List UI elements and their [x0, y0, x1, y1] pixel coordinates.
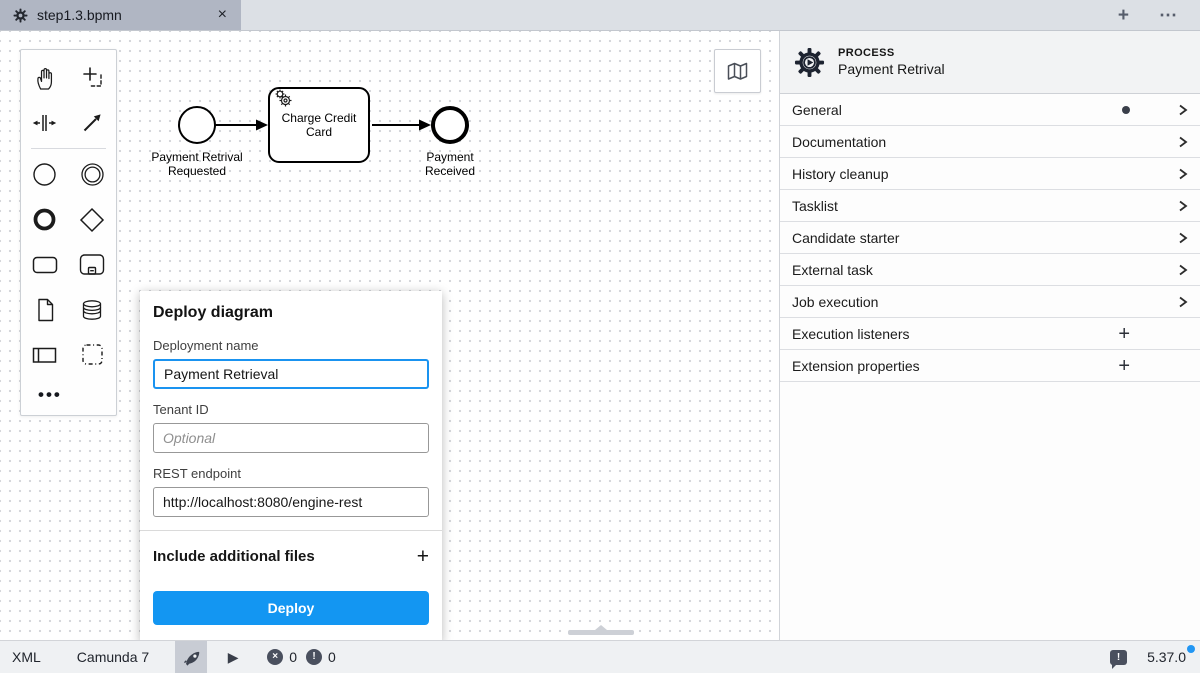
create-subprocess-icon[interactable]	[69, 242, 117, 287]
create-data-object-icon[interactable]	[21, 287, 69, 332]
chevron-right-icon	[1178, 103, 1188, 117]
element-type-label: PROCESS	[838, 47, 945, 59]
xml-toggle[interactable]: XML	[2, 649, 51, 665]
global-connect-tool-icon[interactable]	[69, 100, 117, 145]
create-group-icon[interactable]	[69, 332, 117, 377]
palette-more-icon[interactable]: •••	[21, 377, 116, 413]
minimap-toggle[interactable]	[714, 49, 761, 93]
end-event-label: Payment Received	[413, 150, 487, 178]
main-area: Payment Retrival Requested Charge Credit…	[0, 31, 1200, 640]
create-end-event-icon[interactable]	[21, 197, 69, 242]
chevron-right-icon	[1178, 295, 1188, 309]
add-extension-property-icon[interactable]: +	[1118, 356, 1130, 376]
bpmn-file-gear-icon	[13, 8, 28, 23]
rocket-icon	[182, 648, 201, 667]
tenant-id-input[interactable]	[153, 423, 429, 453]
section-history-cleanup[interactable]: History cleanup	[780, 158, 1200, 190]
rest-endpoint-label: REST endpoint	[153, 466, 429, 481]
create-gateway-icon[interactable]	[69, 197, 117, 242]
deployment-name-input[interactable]	[153, 359, 429, 389]
hand-tool-icon[interactable]	[21, 55, 69, 100]
chevron-right-icon	[1178, 263, 1188, 277]
process-icon	[794, 47, 825, 78]
section-documentation[interactable]: Documentation	[780, 126, 1200, 158]
include-additional-files-label: Include additional files	[153, 548, 315, 565]
lasso-tool-icon[interactable]	[69, 55, 117, 100]
section-tasklist[interactable]: Tasklist	[780, 190, 1200, 222]
chevron-right-icon	[1178, 167, 1188, 181]
deployment-name-label: Deployment name	[153, 338, 429, 353]
bpmn-canvas[interactable]: Payment Retrival Requested Charge Credit…	[0, 31, 779, 640]
create-task-icon[interactable]	[21, 242, 69, 287]
section-general[interactable]: General	[780, 94, 1200, 126]
camunda-modeler-window: step1.3.bpmn × + ⋯	[0, 0, 1200, 673]
section-candidate-starter[interactable]: Candidate starter	[780, 222, 1200, 254]
problems-toggle[interactable]: × 0 ! 0	[267, 649, 345, 665]
tab-actions: + ⋯	[1118, 0, 1200, 30]
status-bar: XML Camunda 7 ▶ × 0 ! 0 ! 5.37.0	[0, 640, 1200, 673]
chevron-right-icon	[1178, 231, 1188, 245]
section-job-execution[interactable]: Job execution	[780, 286, 1200, 318]
error-badge-icon: ×	[267, 649, 283, 665]
warning-count: 0	[328, 649, 336, 665]
create-start-event-icon[interactable]	[21, 152, 69, 197]
new-tab-icon[interactable]: +	[1118, 6, 1129, 25]
tab-step1-3-bpmn[interactable]: step1.3.bpmn ×	[0, 0, 241, 30]
bottom-panel-handle[interactable]	[568, 630, 634, 635]
space-tool-icon[interactable]	[21, 100, 69, 145]
update-available-dot	[1187, 645, 1195, 653]
deploy-dialog: Deploy diagram Deployment name Tenant ID…	[140, 291, 442, 640]
map-icon	[724, 59, 751, 84]
feedback-icon[interactable]: !	[1110, 650, 1127, 665]
version-indicator[interactable]: 5.37.0	[1147, 649, 1186, 665]
section-execution-listeners[interactable]: Execution listeners +	[780, 318, 1200, 350]
deploy-button[interactable]: Deploy	[153, 591, 429, 625]
task-label: Charge Credit Card	[269, 88, 369, 162]
tab-overflow-icon[interactable]: ⋯	[1159, 6, 1178, 24]
tab-close-icon[interactable]: ×	[214, 7, 231, 23]
tenant-id-label: Tenant ID	[153, 402, 429, 417]
chevron-right-icon	[1178, 199, 1188, 213]
start-event-label: Payment Retrival Requested	[140, 150, 254, 178]
general-data-dot	[1122, 106, 1130, 114]
create-data-store-icon[interactable]	[69, 287, 117, 332]
properties-panel-header: PROCESS Payment Retrival	[780, 31, 1200, 94]
palette-separator	[31, 148, 106, 149]
deploy-tool-button[interactable]	[175, 641, 207, 673]
error-count: 0	[289, 649, 297, 665]
chevron-right-icon	[1178, 135, 1188, 149]
tab-title: step1.3.bpmn	[37, 7, 205, 23]
start-instance-button[interactable]: ▶	[213, 641, 253, 673]
add-file-icon[interactable]: +	[417, 546, 429, 567]
create-intermediate-event-icon[interactable]	[69, 152, 117, 197]
engine-selector[interactable]: Camunda 7	[65, 649, 161, 665]
create-participant-icon[interactable]	[21, 332, 69, 377]
section-extension-properties[interactable]: Extension properties +	[780, 350, 1200, 382]
tab-bar: step1.3.bpmn × + ⋯	[0, 0, 1200, 31]
rest-endpoint-input[interactable]	[153, 487, 429, 517]
element-name: Payment Retrival	[838, 61, 945, 77]
properties-panel: PROCESS Payment Retrival General Documen…	[779, 31, 1200, 640]
add-execution-listener-icon[interactable]: +	[1118, 324, 1130, 344]
version-number: 5.37.0	[1147, 649, 1186, 665]
section-external-task[interactable]: External task	[780, 254, 1200, 286]
warning-badge-icon: !	[306, 649, 322, 665]
deploy-dialog-title: Deploy diagram	[153, 304, 429, 322]
palette: •••	[20, 49, 117, 416]
